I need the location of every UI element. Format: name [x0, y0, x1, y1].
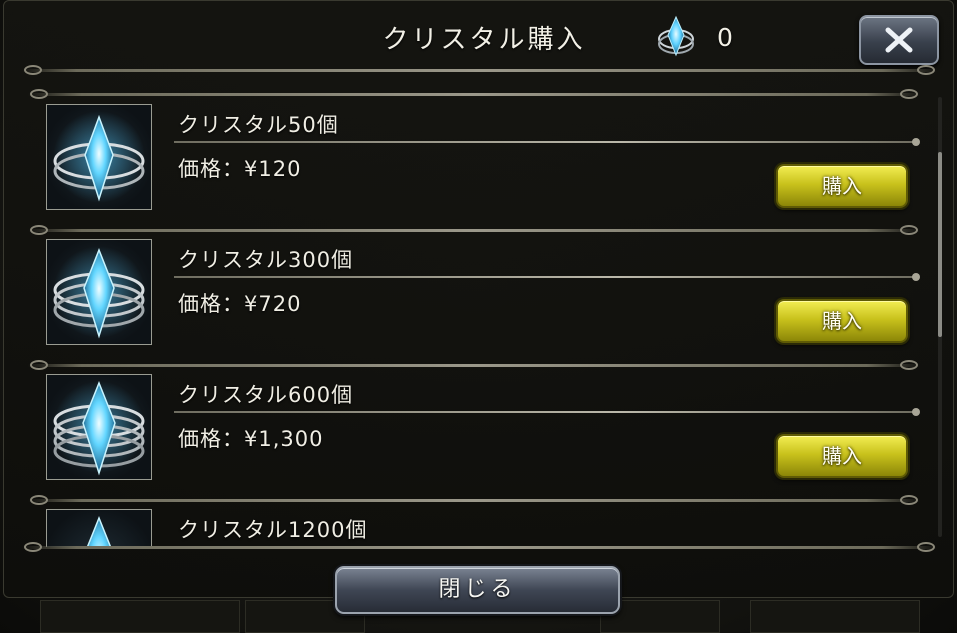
product-list[interactable]: クリスタル50個 価格：¥120 購入 クリスタル300個 価格：¥720 購入… — [24, 79, 929, 547]
item-price: 価格：¥120 — [178, 157, 302, 181]
item-underline — [174, 138, 920, 146]
close-dialog-button[interactable]: 閉じる — [335, 566, 620, 614]
dialog-title: クリスタル購入 — [382, 25, 586, 55]
list-item: クリスタル50個 価格：¥120 購入 — [24, 79, 929, 214]
item-name: クリスタル50個 — [178, 113, 339, 137]
crystal-icon — [46, 374, 152, 480]
buy-button[interactable]: 購入 — [776, 164, 908, 208]
close-button[interactable] — [859, 15, 939, 65]
crystal-icon — [656, 15, 696, 57]
item-price: 価格：¥720 — [178, 292, 302, 316]
list-item: クリスタル1200個 — [24, 484, 929, 547]
crystal-count: 0 — [717, 23, 733, 52]
list-item: クリスタル600個 価格：¥1,300 購入 — [24, 349, 929, 484]
item-price: 価格：¥1,300 — [178, 427, 324, 451]
crystal-purchase-dialog: クリスタル購入 0 クリスタル50個 価格：¥120 購入 クリスタル300個 … — [3, 0, 954, 598]
scrollbar[interactable] — [938, 97, 942, 537]
background-tab — [750, 600, 920, 633]
scrollbar-thumb[interactable] — [938, 152, 942, 337]
footer-divider — [22, 542, 937, 552]
item-name: クリスタル1200個 — [178, 518, 368, 542]
close-icon — [885, 27, 913, 53]
app-screen: クリスタル購入 0 クリスタル50個 価格：¥120 購入 クリスタル300個 … — [0, 0, 957, 633]
crystal-icon — [46, 239, 152, 345]
buy-button[interactable]: 購入 — [776, 299, 908, 343]
crystal-icon — [46, 509, 152, 547]
item-name: クリスタル600個 — [178, 383, 354, 407]
header-divider — [22, 65, 937, 75]
background-tab — [40, 600, 240, 633]
crystal-icon — [46, 104, 152, 210]
buy-button[interactable]: 購入 — [776, 434, 908, 478]
item-underline — [174, 273, 920, 281]
item-underline — [174, 408, 920, 416]
item-name: クリスタル300個 — [178, 248, 354, 272]
list-item: クリスタル300個 価格：¥720 購入 — [24, 214, 929, 349]
